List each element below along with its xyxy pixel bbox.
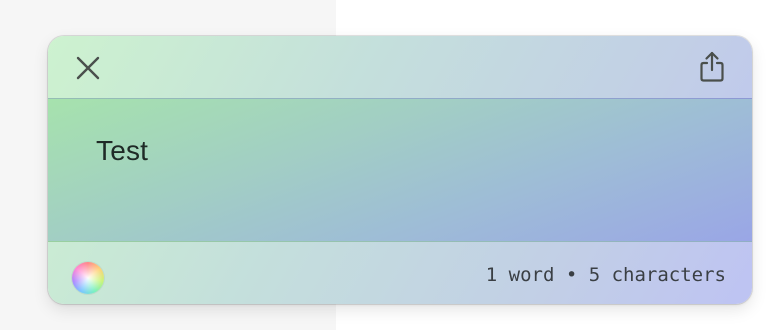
close-button[interactable] [72, 54, 104, 86]
text-stats-panel: Test 1 word • 5 characters [48, 36, 752, 304]
color-wheel-icon[interactable] [72, 262, 104, 294]
preview-text: Test [96, 135, 149, 166]
share-icon [699, 51, 725, 88]
panel-header [48, 36, 752, 98]
share-button[interactable] [696, 51, 728, 88]
text-preview-area[interactable]: Test [48, 98, 752, 242]
close-icon [76, 56, 100, 85]
panel-footer: 1 word • 5 characters [48, 242, 752, 304]
word-character-count: 1 word • 5 characters [485, 264, 726, 286]
